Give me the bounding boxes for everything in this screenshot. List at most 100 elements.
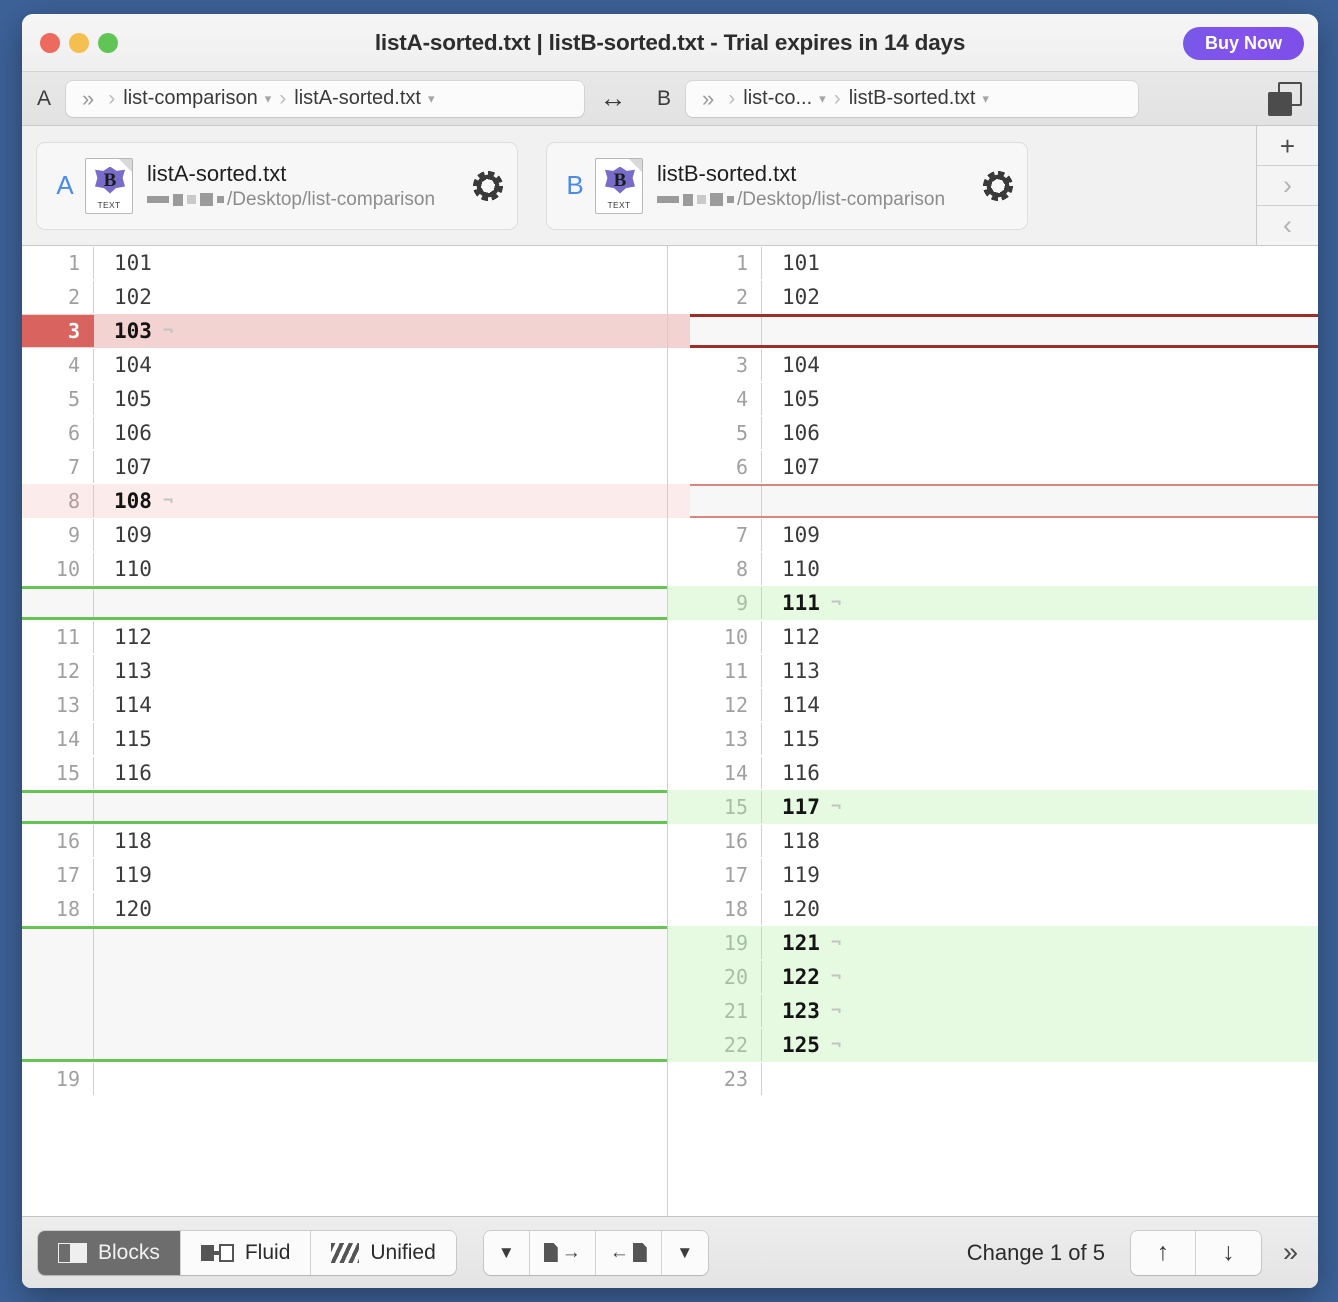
diff-row[interactable]: 21 123 ¬ <box>690 994 1318 1028</box>
breadcrumb-a-folder[interactable]: list-comparison ▾ <box>119 87 275 110</box>
diff-row[interactable]: 6 106 <box>22 416 667 450</box>
line-number: 17 <box>22 859 94 891</box>
diff-row[interactable] <box>22 790 667 824</box>
close-window-icon[interactable] <box>40 32 60 53</box>
diff-pane-b[interactable]: 1 101 2 102 3 104 4 105 5 106 6 107 7 109 8 110 9 111 ¬ 10 1… <box>690 246 1318 1216</box>
diff-row[interactable]: 6 107 <box>690 450 1318 484</box>
diff-row[interactable]: 19 121 ¬ <box>690 926 1318 960</box>
breadcrumb-a[interactable]: » › list-comparison ▾ › listA-sorted.txt ▾ <box>66 80 584 117</box>
apply-to-left-button[interactable]: ← <box>595 1230 662 1275</box>
diff-row[interactable]: 14 116 <box>690 756 1318 790</box>
diff-row[interactable]: 9 109 <box>22 518 667 552</box>
diff-pane-a[interactable]: 1 101 2 102 3 103 ¬ 4 104 5 105 6 106 7 107 8 108 ¬ 9 109 10… <box>22 246 668 1216</box>
add-comparison-button[interactable]: + <box>1257 126 1318 166</box>
minimize-window-icon[interactable] <box>69 32 89 53</box>
diff-row[interactable]: 11 113 <box>690 654 1318 688</box>
diff-row[interactable]: 2 102 <box>22 280 667 314</box>
apply-change-button-group[interactable]: ▼ → ← ▼ <box>483 1230 708 1275</box>
diff-row[interactable]: 10 112 <box>690 620 1318 654</box>
apply-menu-right-button[interactable]: ▼ <box>661 1230 708 1275</box>
diff-row[interactable]: 10 110 <box>22 552 667 586</box>
line-text: 105 <box>114 387 152 411</box>
file-card-b[interactable]: B B TEXT listB-sorted.txt /Desktop/list-… <box>546 141 1028 230</box>
diff-row[interactable]: 4 105 <box>690 382 1318 416</box>
line-number: 18 <box>690 893 762 925</box>
diff-row[interactable]: 7 107 <box>22 450 667 484</box>
apply-to-right-button[interactable]: → <box>529 1230 596 1275</box>
view-mode-unified[interactable]: Unified <box>311 1230 456 1275</box>
breadcrumb-a-folder-label: list-comparison <box>123 87 258 109</box>
diff-row[interactable]: 22 125 ¬ <box>690 1028 1318 1062</box>
diff-row[interactable]: 5 106 <box>690 416 1318 450</box>
doc-left-arrow-icon: ← <box>610 1243 647 1262</box>
diff-row[interactable]: 13 114 <box>22 688 667 722</box>
diff-row[interactable]: 17 119 <box>690 858 1318 892</box>
diff-row[interactable]: 1 101 <box>690 246 1318 280</box>
gear-icon[interactable] <box>983 171 1013 201</box>
diff-row[interactable] <box>690 484 1318 518</box>
diff-row[interactable]: 13 115 <box>690 722 1318 756</box>
layout-toggle-icon[interactable] <box>1268 81 1302 116</box>
breadcrumb-b-folder[interactable]: list-co... ▾ <box>739 87 829 110</box>
diff-row[interactable]: 3 104 <box>690 348 1318 382</box>
breadcrumb-a-file[interactable]: listA-sorted.txt ▾ <box>290 87 438 110</box>
diff-row[interactable]: 4 104 <box>22 348 667 382</box>
swap-sides-icon[interactable]: ↔ <box>584 85 642 112</box>
file-card-a[interactable]: A B TEXT listA-sorted.txt /Desktop/list-… <box>36 141 518 230</box>
diff-row[interactable]: 5 105 <box>22 382 667 416</box>
previous-change-button[interactable]: ↑ <box>1130 1230 1196 1275</box>
diff-row[interactable]: 7 109 <box>690 518 1318 552</box>
breadcrumb-b[interactable]: » › list-co... ▾ › listB-sorted.txt ▾ <box>686 80 1138 117</box>
more-options-icon[interactable]: » <box>1283 1239 1298 1266</box>
next-comparison-button[interactable]: › <box>1257 166 1318 206</box>
view-mode-blocks[interactable]: Blocks <box>38 1230 181 1275</box>
line-number: 22 <box>690 1029 762 1061</box>
previous-comparison-button[interactable]: ‹ <box>1257 206 1318 245</box>
chevron-down-icon: ▾ <box>427 91 435 106</box>
gear-icon[interactable] <box>473 171 503 201</box>
buy-now-button[interactable]: Buy Now <box>1182 27 1304 60</box>
apply-menu-left-button[interactable]: ▼ <box>483 1230 530 1275</box>
diff-row[interactable] <box>22 926 667 1062</box>
diff-row[interactable]: 20 122 ¬ <box>690 960 1318 994</box>
diff-row[interactable]: 18 120 <box>690 892 1318 926</box>
diff-row[interactable]: 2 102 <box>690 280 1318 314</box>
diff-row[interactable]: 16 118 <box>690 824 1318 858</box>
diff-row[interactable]: 8 108 ¬ <box>22 484 667 518</box>
diff-row[interactable]: 1 101 <box>22 246 667 280</box>
diff-row[interactable]: 16 118 <box>22 824 667 858</box>
traffic-light-group <box>40 32 118 53</box>
breadcrumb-a-root[interactable]: » <box>72 86 104 112</box>
blocks-icon <box>58 1242 87 1263</box>
end-of-line-icon: ¬ <box>830 933 842 953</box>
line-content: 116 <box>94 757 667 789</box>
diff-row[interactable]: 11 112 <box>22 620 667 654</box>
diff-row[interactable]: 15 116 <box>22 756 667 790</box>
diff-row[interactable]: 23 <box>690 1062 1318 1096</box>
change-navigation-group[interactable]: ↑ ↓ <box>1130 1230 1261 1275</box>
view-mode-blocks-label: Blocks <box>98 1240 160 1264</box>
diff-row[interactable]: 18 120 <box>22 892 667 926</box>
breadcrumb-b-file[interactable]: listB-sorted.txt ▾ <box>845 87 993 110</box>
bbedit-logo-letter: B <box>103 169 117 191</box>
diff-row[interactable]: 12 114 <box>690 688 1318 722</box>
view-mode-segmented-control[interactable]: Blocks Fluid Unified <box>38 1230 456 1275</box>
file-card-b-texts: listB-sorted.txt /Desktop/list-compariso… <box>657 160 983 211</box>
maximize-window-icon[interactable] <box>98 32 118 53</box>
diff-row[interactable]: 12 113 <box>22 654 667 688</box>
view-mode-fluid[interactable]: Fluid <box>180 1230 312 1275</box>
chevron-right-icon: › <box>833 86 841 110</box>
diff-row[interactable]: 8 110 <box>690 552 1318 586</box>
diff-row[interactable] <box>22 586 667 620</box>
diff-row[interactable]: 9 111 ¬ <box>690 586 1318 620</box>
line-text: 117 <box>782 795 820 819</box>
next-change-button[interactable]: ↓ <box>1195 1230 1261 1275</box>
diff-row[interactable]: 3 103 ¬ <box>22 314 667 348</box>
diff-row[interactable]: 14 115 <box>22 722 667 756</box>
diff-row[interactable]: 19 <box>22 1062 667 1096</box>
diff-row[interactable] <box>690 314 1318 348</box>
diff-row[interactable]: 17 119 <box>22 858 667 892</box>
breadcrumb-b-root[interactable]: » <box>692 86 724 112</box>
diff-row[interactable]: 15 117 ¬ <box>690 790 1318 824</box>
line-text: 115 <box>782 727 820 751</box>
